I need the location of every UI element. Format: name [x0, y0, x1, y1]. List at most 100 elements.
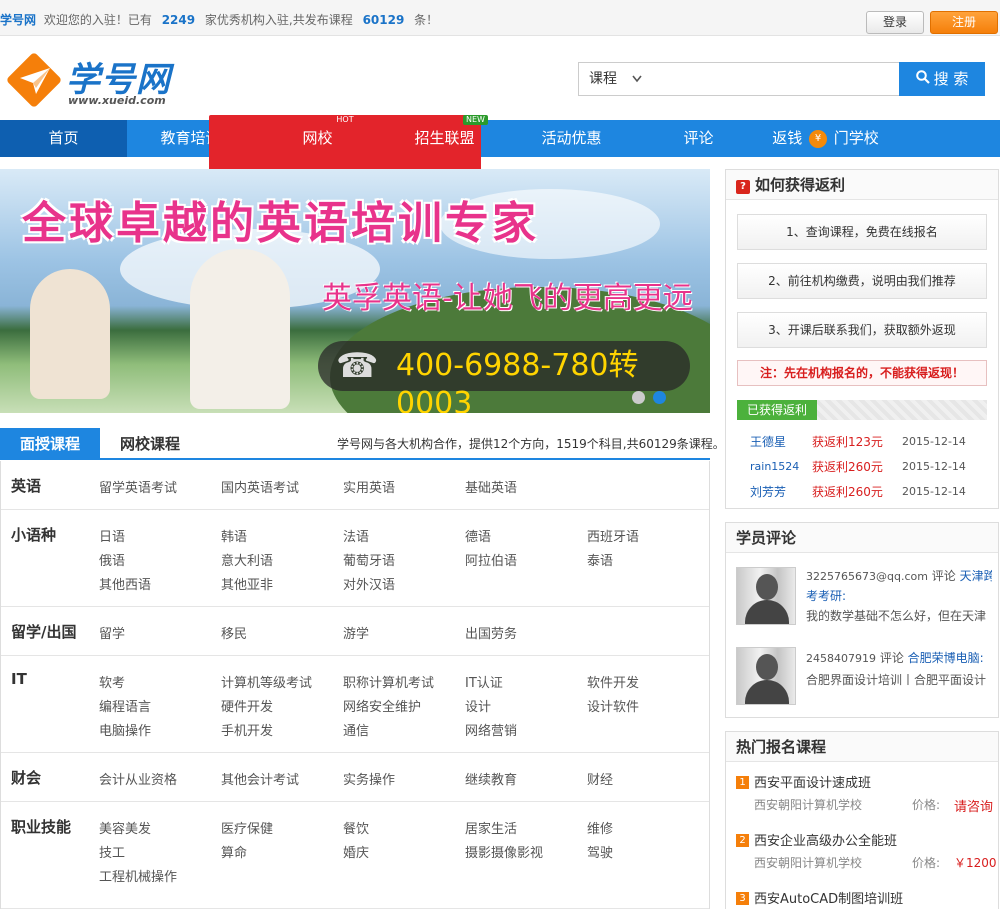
course-summary: 学号网与各大机构合作，提供12个方向，1519个科目,共60129条课程。	[337, 437, 725, 451]
category-link[interactable]: 其他会计考试	[221, 769, 299, 788]
top-brand-link[interactable]: 学号网	[0, 13, 36, 27]
nav-item-education[interactable]: 教育培训 HOT	[127, 115, 481, 173]
category-link[interactable]: 韩语	[221, 526, 247, 545]
hot-course-school[interactable]: 西安朝阳计算机学校	[754, 796, 862, 813]
category-link[interactable]: 算命	[221, 842, 247, 861]
nav-label: 活动优惠	[541, 129, 602, 147]
rebate-step-2: 2、前往机构缴费，说明由我们推荐	[737, 263, 987, 299]
nav-label: 返钱	[772, 129, 803, 147]
rebate-user[interactable]: 刘芳芳	[750, 480, 786, 504]
nav-item-cashback[interactable]: 返钱 ¥ 门学校	[762, 120, 889, 157]
carousel-dot-active[interactable]	[653, 391, 666, 404]
category-link[interactable]: 驾驶	[587, 842, 613, 861]
rebate-box: ? 如何获得返利 1、查询课程，免费在线报名 2、前往机构缴费，说明由我们推荐 3…	[725, 169, 999, 509]
category-link[interactable]: 实用英语	[343, 477, 395, 496]
review-target-link-cont[interactable]: 考考研:	[806, 589, 846, 603]
category-link[interactable]: 日语	[99, 526, 125, 545]
category-title[interactable]: 留学/出国	[11, 621, 76, 642]
category-link[interactable]: 网络营销	[465, 720, 517, 739]
rebate-user[interactable]: 王德星	[750, 430, 786, 454]
category-title[interactable]: 英语	[11, 475, 41, 496]
hot-course-title[interactable]: 西安AutoCAD制图培训班	[754, 888, 903, 907]
review-target-cont: 考考研:	[806, 587, 992, 604]
category-link[interactable]: 阿拉伯语	[465, 550, 517, 569]
category-link[interactable]: 国内英语考试	[221, 477, 299, 496]
category-link[interactable]: 留学	[99, 623, 125, 642]
login-button[interactable]: 登录	[866, 11, 924, 34]
category-link[interactable]: IT认证	[465, 672, 503, 691]
category-title[interactable]: 职业技能	[11, 816, 71, 837]
nav-item-enrollment[interactable]: 招生联盟 NEW	[381, 115, 508, 157]
category-link[interactable]: 医疗保健	[221, 818, 273, 837]
nav-item-promotions[interactable]: 活动优惠	[508, 120, 635, 157]
category-title[interactable]: IT	[11, 670, 27, 688]
org-count: 2249	[161, 13, 196, 27]
category-link[interactable]: 继续教育	[465, 769, 517, 788]
search-button[interactable]: 搜 索	[899, 62, 985, 96]
category-link[interactable]: 计算机等级考试	[221, 672, 312, 691]
review-target-link[interactable]: 合肥荣博电脑:	[908, 651, 984, 665]
review-item: 3225765673@qq.com 评论 天津跨 考考研: 我的数学基础不怎么好…	[726, 563, 998, 631]
category-link[interactable]: 居家生活	[465, 818, 517, 837]
nav-item-reviews[interactable]: 评论	[635, 120, 762, 157]
category-link[interactable]: 葡萄牙语	[343, 550, 395, 569]
nav-item-online-school[interactable]: 网校	[254, 120, 381, 157]
logo-url: www.xueid.com	[68, 94, 166, 107]
category-link[interactable]: 留学英语考试	[99, 477, 177, 496]
category-link[interactable]: 基础英语	[465, 477, 517, 496]
hot-course-school[interactable]: 西安朝阳计算机学校	[754, 854, 862, 871]
category-link[interactable]: 工程机械操作	[99, 866, 177, 885]
tab-online-courses[interactable]: 网校课程	[102, 428, 198, 460]
hot-course-title[interactable]: 西安企业高级办公全能班	[754, 830, 897, 849]
category-link[interactable]: 编程语言	[99, 696, 151, 715]
category-link[interactable]: 硬件开发	[221, 696, 273, 715]
category-link[interactable]: 俄语	[99, 550, 125, 569]
category-link[interactable]: 婚庆	[343, 842, 369, 861]
hot-course-item[interactable]: 2 西安企业高级办公全能班 西安朝阳计算机学校 价格: ￥1200	[726, 826, 998, 884]
category-link[interactable]: 维修	[587, 818, 613, 837]
tab-onsite-courses[interactable]: 面授课程	[0, 428, 100, 460]
nav-item-home[interactable]: 首页	[0, 120, 127, 157]
category-link[interactable]: 西班牙语	[587, 526, 639, 545]
category-link[interactable]: 法语	[343, 526, 369, 545]
category-link[interactable]: 其他西语	[99, 574, 151, 593]
category-link[interactable]: 移民	[221, 623, 247, 642]
hot-course-item[interactable]: 3 西安AutoCAD制图培训班	[726, 884, 998, 908]
category-link[interactable]: 网络安全维护	[343, 696, 421, 715]
category-link[interactable]: 职称计算机考试	[343, 672, 434, 691]
category-link[interactable]: 出国劳务	[465, 623, 517, 642]
site-logo[interactable]: 学号网 www.xueid.com	[6, 50, 176, 120]
category-link[interactable]: 实务操作	[343, 769, 395, 788]
category-link[interactable]: 软考	[99, 672, 125, 691]
category-link[interactable]: 餐饮	[343, 818, 369, 837]
category-link[interactable]: 手机开发	[221, 720, 273, 739]
category-link[interactable]: 电脑操作	[99, 720, 151, 739]
category-link[interactable]: 意大利语	[221, 550, 273, 569]
review-item: 2458407919 评论 合肥荣博电脑: 合肥界面设计培训丨合肥平面设计	[726, 643, 998, 711]
category-link[interactable]: 软件开发	[587, 672, 639, 691]
category-link[interactable]: 对外汉语	[343, 574, 395, 593]
category-link[interactable]: 泰语	[587, 550, 613, 569]
promo-banner[interactable]: 全球卓越的英语培训专家 英孚英语-让她飞的更高更远 ☎ 400-6988-780…	[0, 169, 710, 413]
review-target-link[interactable]: 天津跨	[960, 569, 992, 583]
category-title[interactable]: 财会	[11, 767, 41, 788]
search-category-select[interactable]: 课程	[579, 63, 651, 95]
search-input[interactable]	[651, 63, 899, 95]
register-button[interactable]: 注册	[930, 11, 998, 34]
category-link[interactable]: 设计软件	[587, 696, 639, 715]
category-link[interactable]: 美容美发	[99, 818, 151, 837]
category-link[interactable]: 游学	[343, 623, 369, 642]
category-link[interactable]: 德语	[465, 526, 491, 545]
category-link[interactable]: 会计从业资格	[99, 769, 177, 788]
category-link[interactable]: 其他亚非	[221, 574, 273, 593]
rebate-user[interactable]: rain1524	[750, 455, 799, 479]
category-link[interactable]: 通信	[343, 720, 369, 739]
category-link[interactable]: 技工	[99, 842, 125, 861]
category-title[interactable]: 小语种	[11, 524, 56, 545]
carousel-dot[interactable]	[632, 391, 645, 404]
category-link[interactable]: 摄影摄像影视	[465, 842, 543, 861]
category-link[interactable]: 设计	[465, 696, 491, 715]
category-link[interactable]: 财经	[587, 769, 613, 788]
hot-course-title[interactable]: 西安平面设计速成班	[754, 772, 871, 791]
hot-course-item[interactable]: 1 西安平面设计速成班 西安朝阳计算机学校 价格: 请咨询	[726, 768, 998, 826]
